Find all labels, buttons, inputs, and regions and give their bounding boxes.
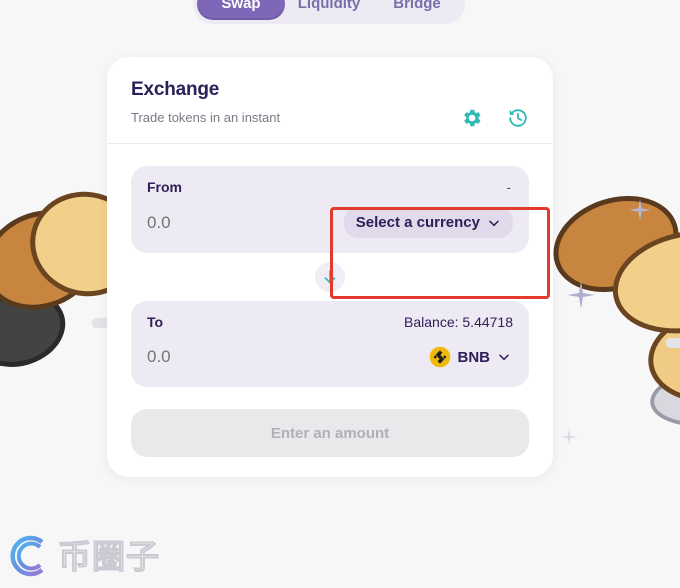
to-panel: To Balance: 5.44718 BNB bbox=[131, 301, 529, 387]
sparkle-icon bbox=[560, 428, 578, 446]
swap-direction-button[interactable] bbox=[315, 262, 345, 292]
from-amount-input[interactable] bbox=[147, 212, 297, 233]
deco-plate-right bbox=[647, 361, 680, 433]
deco-pancake-tan-right-upper bbox=[603, 217, 680, 347]
deco-pancake-brown-left bbox=[0, 193, 114, 327]
exchange-card: Exchange Trade tokens in an instant From… bbox=[107, 57, 553, 477]
header-actions bbox=[461, 107, 529, 129]
to-panel-header: To Balance: 5.44718 bbox=[147, 314, 513, 330]
select-a-currency-button[interactable]: Select a currency bbox=[343, 207, 513, 238]
sparkle-icon bbox=[567, 281, 595, 309]
tab-bridge[interactable]: Bridge bbox=[373, 0, 461, 20]
from-panel-header: From - bbox=[147, 179, 513, 195]
gear-icon[interactable] bbox=[461, 107, 483, 129]
tab-swap[interactable]: Swap bbox=[197, 0, 285, 20]
chevron-down-icon bbox=[499, 354, 509, 361]
token-select-bnb-button[interactable]: BNB bbox=[427, 342, 514, 372]
from-panel-input-row: Select a currency bbox=[147, 207, 513, 238]
to-panel-input-row: BNB bbox=[147, 342, 513, 372]
tab-liquidity[interactable]: Liquidity bbox=[285, 0, 373, 20]
deco-pancake-brown-right bbox=[540, 180, 680, 308]
history-icon[interactable] bbox=[507, 107, 529, 129]
from-balance-meta: - bbox=[506, 179, 511, 195]
select-currency-label: Select a currency bbox=[355, 214, 480, 231]
from-label: From bbox=[147, 179, 182, 195]
sparkle-icon bbox=[629, 199, 651, 221]
swap-direction-wrap bbox=[131, 253, 529, 301]
from-panel: From - Select a currency bbox=[131, 166, 529, 253]
deco-pancake-tan-right-lower bbox=[642, 301, 680, 411]
bnb-token-icon bbox=[429, 346, 450, 368]
to-label: To bbox=[147, 314, 164, 330]
nav-tabbar: Swap Liquidity Bridge bbox=[193, 0, 465, 24]
watermark: 币圈子 bbox=[6, 532, 160, 580]
token-symbol-label: BNB bbox=[457, 348, 491, 366]
watermark-logo-icon bbox=[10, 535, 44, 577]
deco-pancake-dark bbox=[0, 280, 75, 378]
card-body: From - Select a currency bbox=[107, 144, 553, 457]
chevron-down-icon bbox=[489, 219, 499, 226]
watermark-text: 币圈子 bbox=[58, 536, 160, 576]
to-amount-input[interactable] bbox=[147, 347, 297, 367]
page-title: Exchange bbox=[131, 79, 220, 100]
enter-amount-button[interactable]: Enter an amount bbox=[131, 409, 529, 457]
card-header: Exchange Trade tokens in an instant bbox=[107, 57, 553, 144]
to-balance-label: Balance: 5.44718 bbox=[404, 314, 513, 330]
arrow-down-icon bbox=[324, 270, 336, 284]
deco-nub-right bbox=[666, 338, 680, 348]
